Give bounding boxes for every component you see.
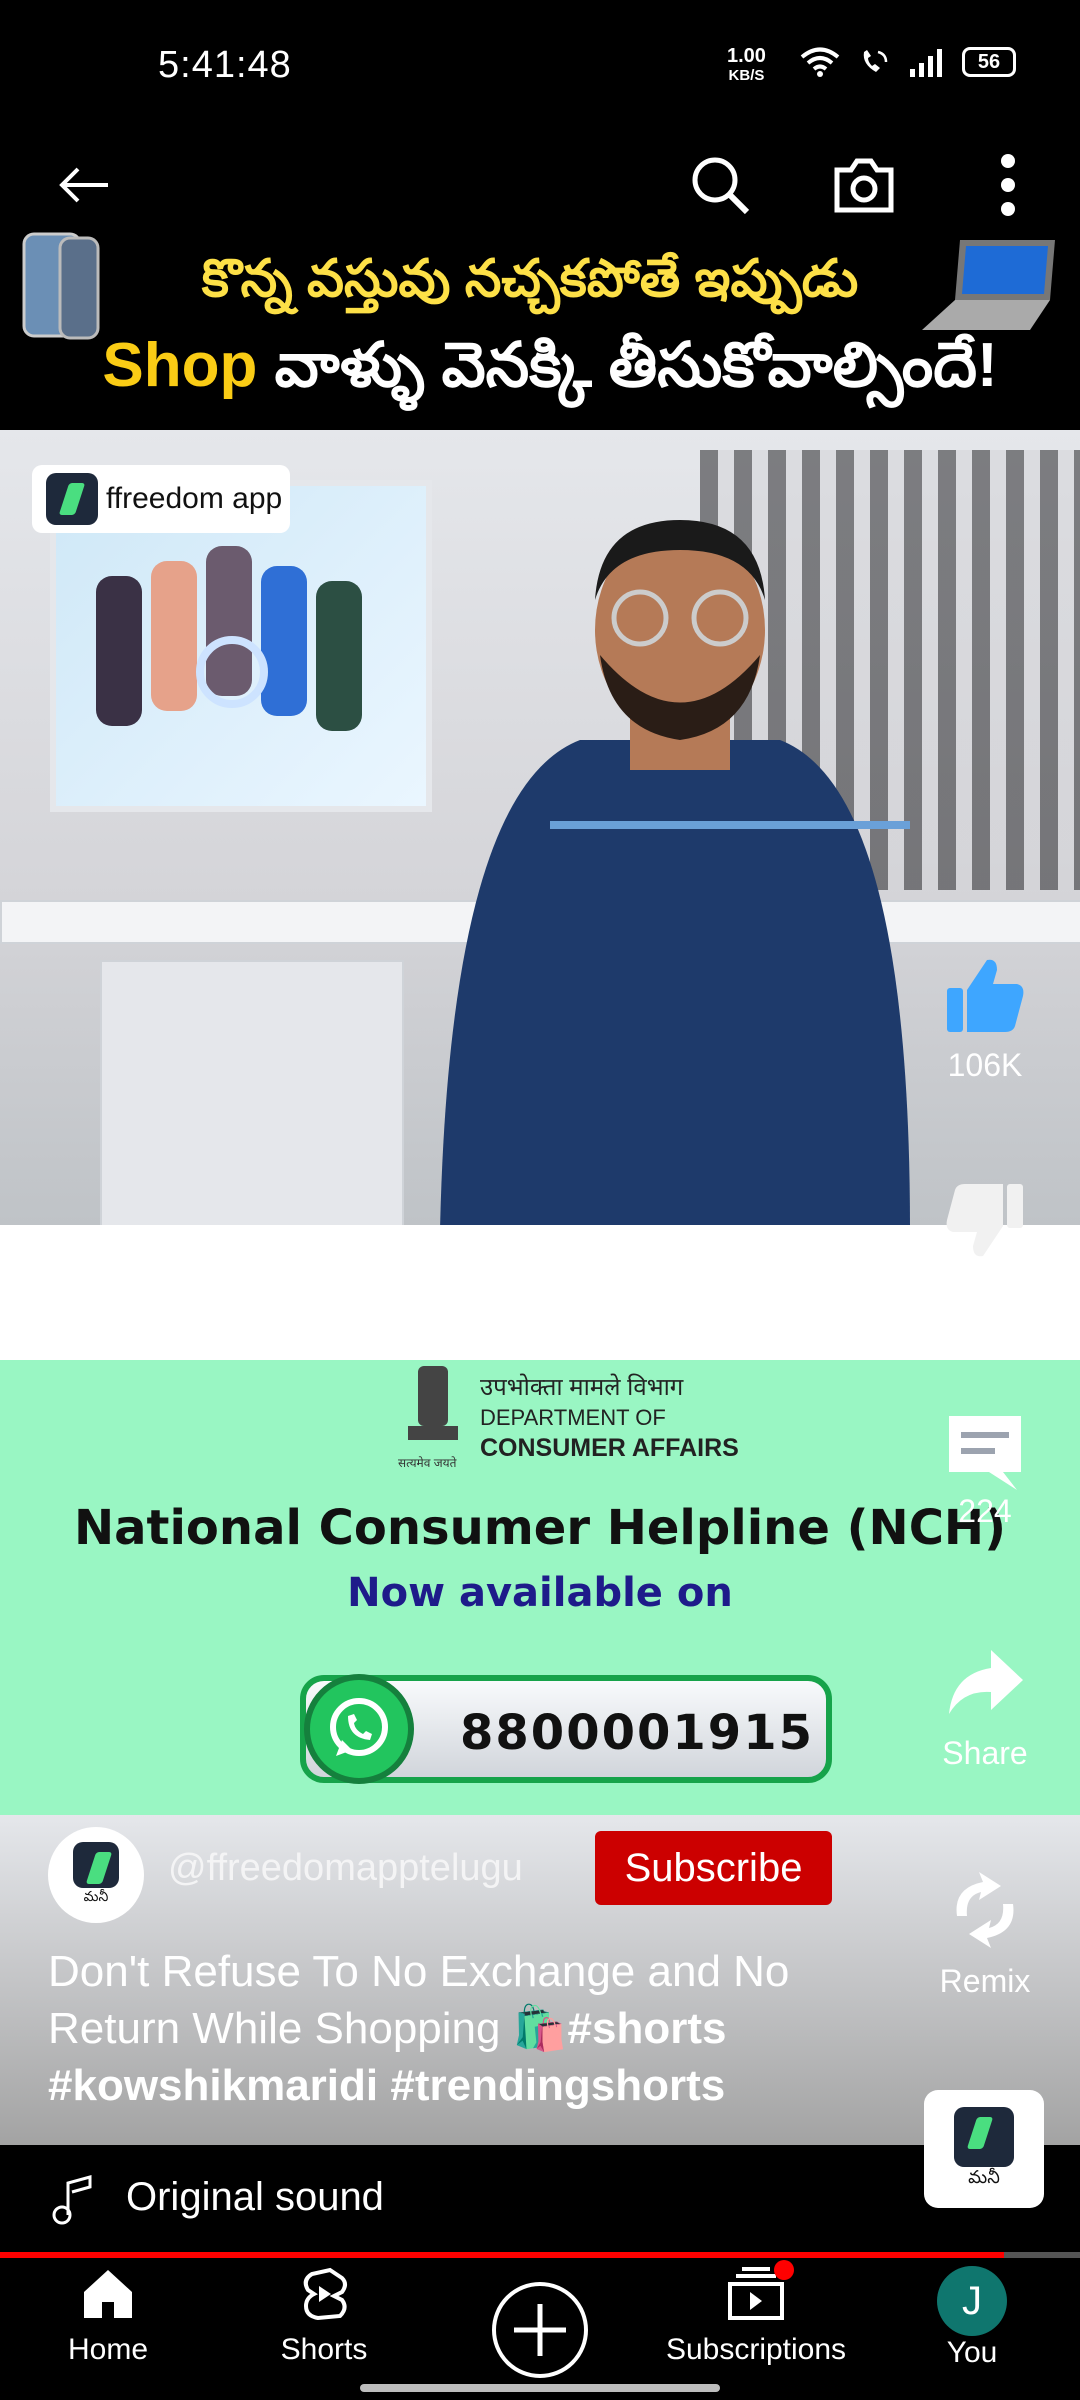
remix-label: Remix xyxy=(939,1963,1031,1999)
wifi-calling-icon xyxy=(863,50,888,72)
short-caption[interactable]: Don't Refuse To No Exchange and No Retur… xyxy=(48,1943,888,2114)
banner-shop-word: Shop xyxy=(102,331,258,400)
camera-icon xyxy=(834,158,894,213)
presenter-person xyxy=(440,520,910,1225)
nav-shorts-label: Shorts xyxy=(280,2333,368,2366)
banner-line-1: కొన్న వస్తువు నచ్చకపోతే ఇప్పుడు xyxy=(201,250,859,308)
remix-button[interactable]: Remix xyxy=(900,1868,1070,2000)
comment-icon xyxy=(949,1416,1021,1490)
avatar-caption: మనీ xyxy=(83,1888,109,1904)
nav-you-label: You xyxy=(946,2336,998,2369)
dislike-button[interactable]: Dislike xyxy=(900,1180,1070,1312)
bottom-navigation: Home Shorts Subscriptions J You xyxy=(0,2258,1080,2400)
banner-line-2: Shop వాళ్ళు వెనక్కి తీసుకోవాల్సిందే! xyxy=(90,330,1010,416)
add-icon xyxy=(492,2282,588,2378)
remix-icon xyxy=(956,1872,1014,1948)
ffreedom-logo-icon xyxy=(46,473,98,525)
home-icon xyxy=(84,2270,132,2318)
signal-icon xyxy=(910,49,942,77)
nav-subscriptions[interactable]: Subscriptions xyxy=(656,2260,856,2367)
status-icons: 56 xyxy=(800,46,1016,78)
network-speed-value: 1.00 xyxy=(727,45,766,67)
consumer-affairs: CONSUMER AFFAIRS xyxy=(480,1434,739,1462)
hashtags[interactable]: #kowshikmaridi #trendingshorts xyxy=(48,2061,725,2110)
app-thumbnail-caption: మనీ xyxy=(968,2166,1000,2187)
search-button[interactable] xyxy=(680,145,760,225)
whatsapp-number: 8800001915 xyxy=(460,1705,814,1761)
channel-avatar[interactable]: మనీ xyxy=(48,1827,144,1923)
helpline-subtitle: Now available on xyxy=(347,1570,733,1616)
share-button[interactable]: Share xyxy=(900,1640,1070,1772)
phone-image-icon xyxy=(22,232,100,340)
subscribe-button[interactable]: Subscribe xyxy=(595,1831,832,1905)
back-button[interactable] xyxy=(44,145,124,225)
create-button[interactable] xyxy=(440,2280,640,2385)
share-label: Share xyxy=(942,1735,1028,1771)
like-count: 106K xyxy=(947,1047,1023,1083)
more-options-button[interactable] xyxy=(968,145,1048,225)
national-emblem-icon xyxy=(408,1366,458,1440)
notification-dot xyxy=(774,2260,794,2280)
user-avatar: J xyxy=(937,2266,1007,2336)
sound-source-thumbnail[interactable]: మనీ xyxy=(924,2090,1044,2208)
arrow-back-icon xyxy=(59,167,108,203)
nav-home-label: Home xyxy=(67,2333,149,2366)
sound-label: Original sound xyxy=(126,2175,384,2219)
comments-button[interactable]: 224 xyxy=(900,1410,1070,1530)
top-app-bar xyxy=(0,135,1080,235)
shorts-icon xyxy=(303,2267,347,2321)
wifi-icon xyxy=(800,47,840,77)
thumb-up-icon xyxy=(947,959,1024,1032)
search-icon xyxy=(692,157,750,215)
share-icon xyxy=(949,1650,1023,1714)
app-thumbnail-icon xyxy=(954,2106,1014,2167)
music-note-icon xyxy=(52,2175,92,2225)
video-title-banner: కొన్న వస్తువు నచ్చకపోతే ఇప్పుడు Shop వాళ… xyxy=(0,225,1080,430)
banner-line-2-rest: వాళ్ళు వెనక్కి తీసుకోవాల్సిందే! xyxy=(257,331,998,400)
ffreedom-app-logo: ffreedom app xyxy=(32,465,290,533)
dislike-label: Dislike xyxy=(937,1275,1033,1311)
department-hindi: उपभोक्ता मामले विभाग xyxy=(480,1374,684,1401)
department-of: DEPARTMENT OF xyxy=(480,1405,666,1430)
motto: सत्यमेव जयते xyxy=(398,1456,457,1470)
channel-logo-icon xyxy=(73,1842,119,1888)
laptop-image-icon xyxy=(922,240,1055,330)
battery-icon: 56 xyxy=(962,47,1016,77)
logo-text: ffreedom app xyxy=(106,482,283,515)
more-vert-icon xyxy=(1001,154,1015,216)
channel-handle[interactable]: @ffreedomapptelugu xyxy=(168,1847,523,1890)
status-bar: 5:41:48 1.00 KB/S 56 xyxy=(0,0,1080,135)
thumb-down-icon xyxy=(946,1184,1023,1257)
nav-subscriptions-label: Subscriptions xyxy=(665,2333,847,2366)
network-speed: 1.00 KB/S xyxy=(727,46,766,86)
sound-row[interactable]: Original sound xyxy=(0,2145,1080,2255)
comment-count: 224 xyxy=(958,1493,1012,1529)
nav-you[interactable]: J You xyxy=(872,2266,1072,2370)
status-time: 5:41:48 xyxy=(158,44,292,86)
network-speed-unit: KB/S xyxy=(728,67,765,84)
like-button[interactable]: 106K xyxy=(900,952,1070,1084)
hashtag-shorts[interactable]: #shorts xyxy=(568,2004,727,2053)
whatsapp-icon xyxy=(304,1674,414,1784)
camera-button[interactable] xyxy=(824,145,904,225)
video-frame[interactable]: ffreedom app xyxy=(0,430,1080,1225)
home-indicator xyxy=(360,2384,720,2392)
nav-shorts[interactable]: Shorts xyxy=(224,2266,424,2367)
nav-home[interactable]: Home xyxy=(8,2266,208,2367)
